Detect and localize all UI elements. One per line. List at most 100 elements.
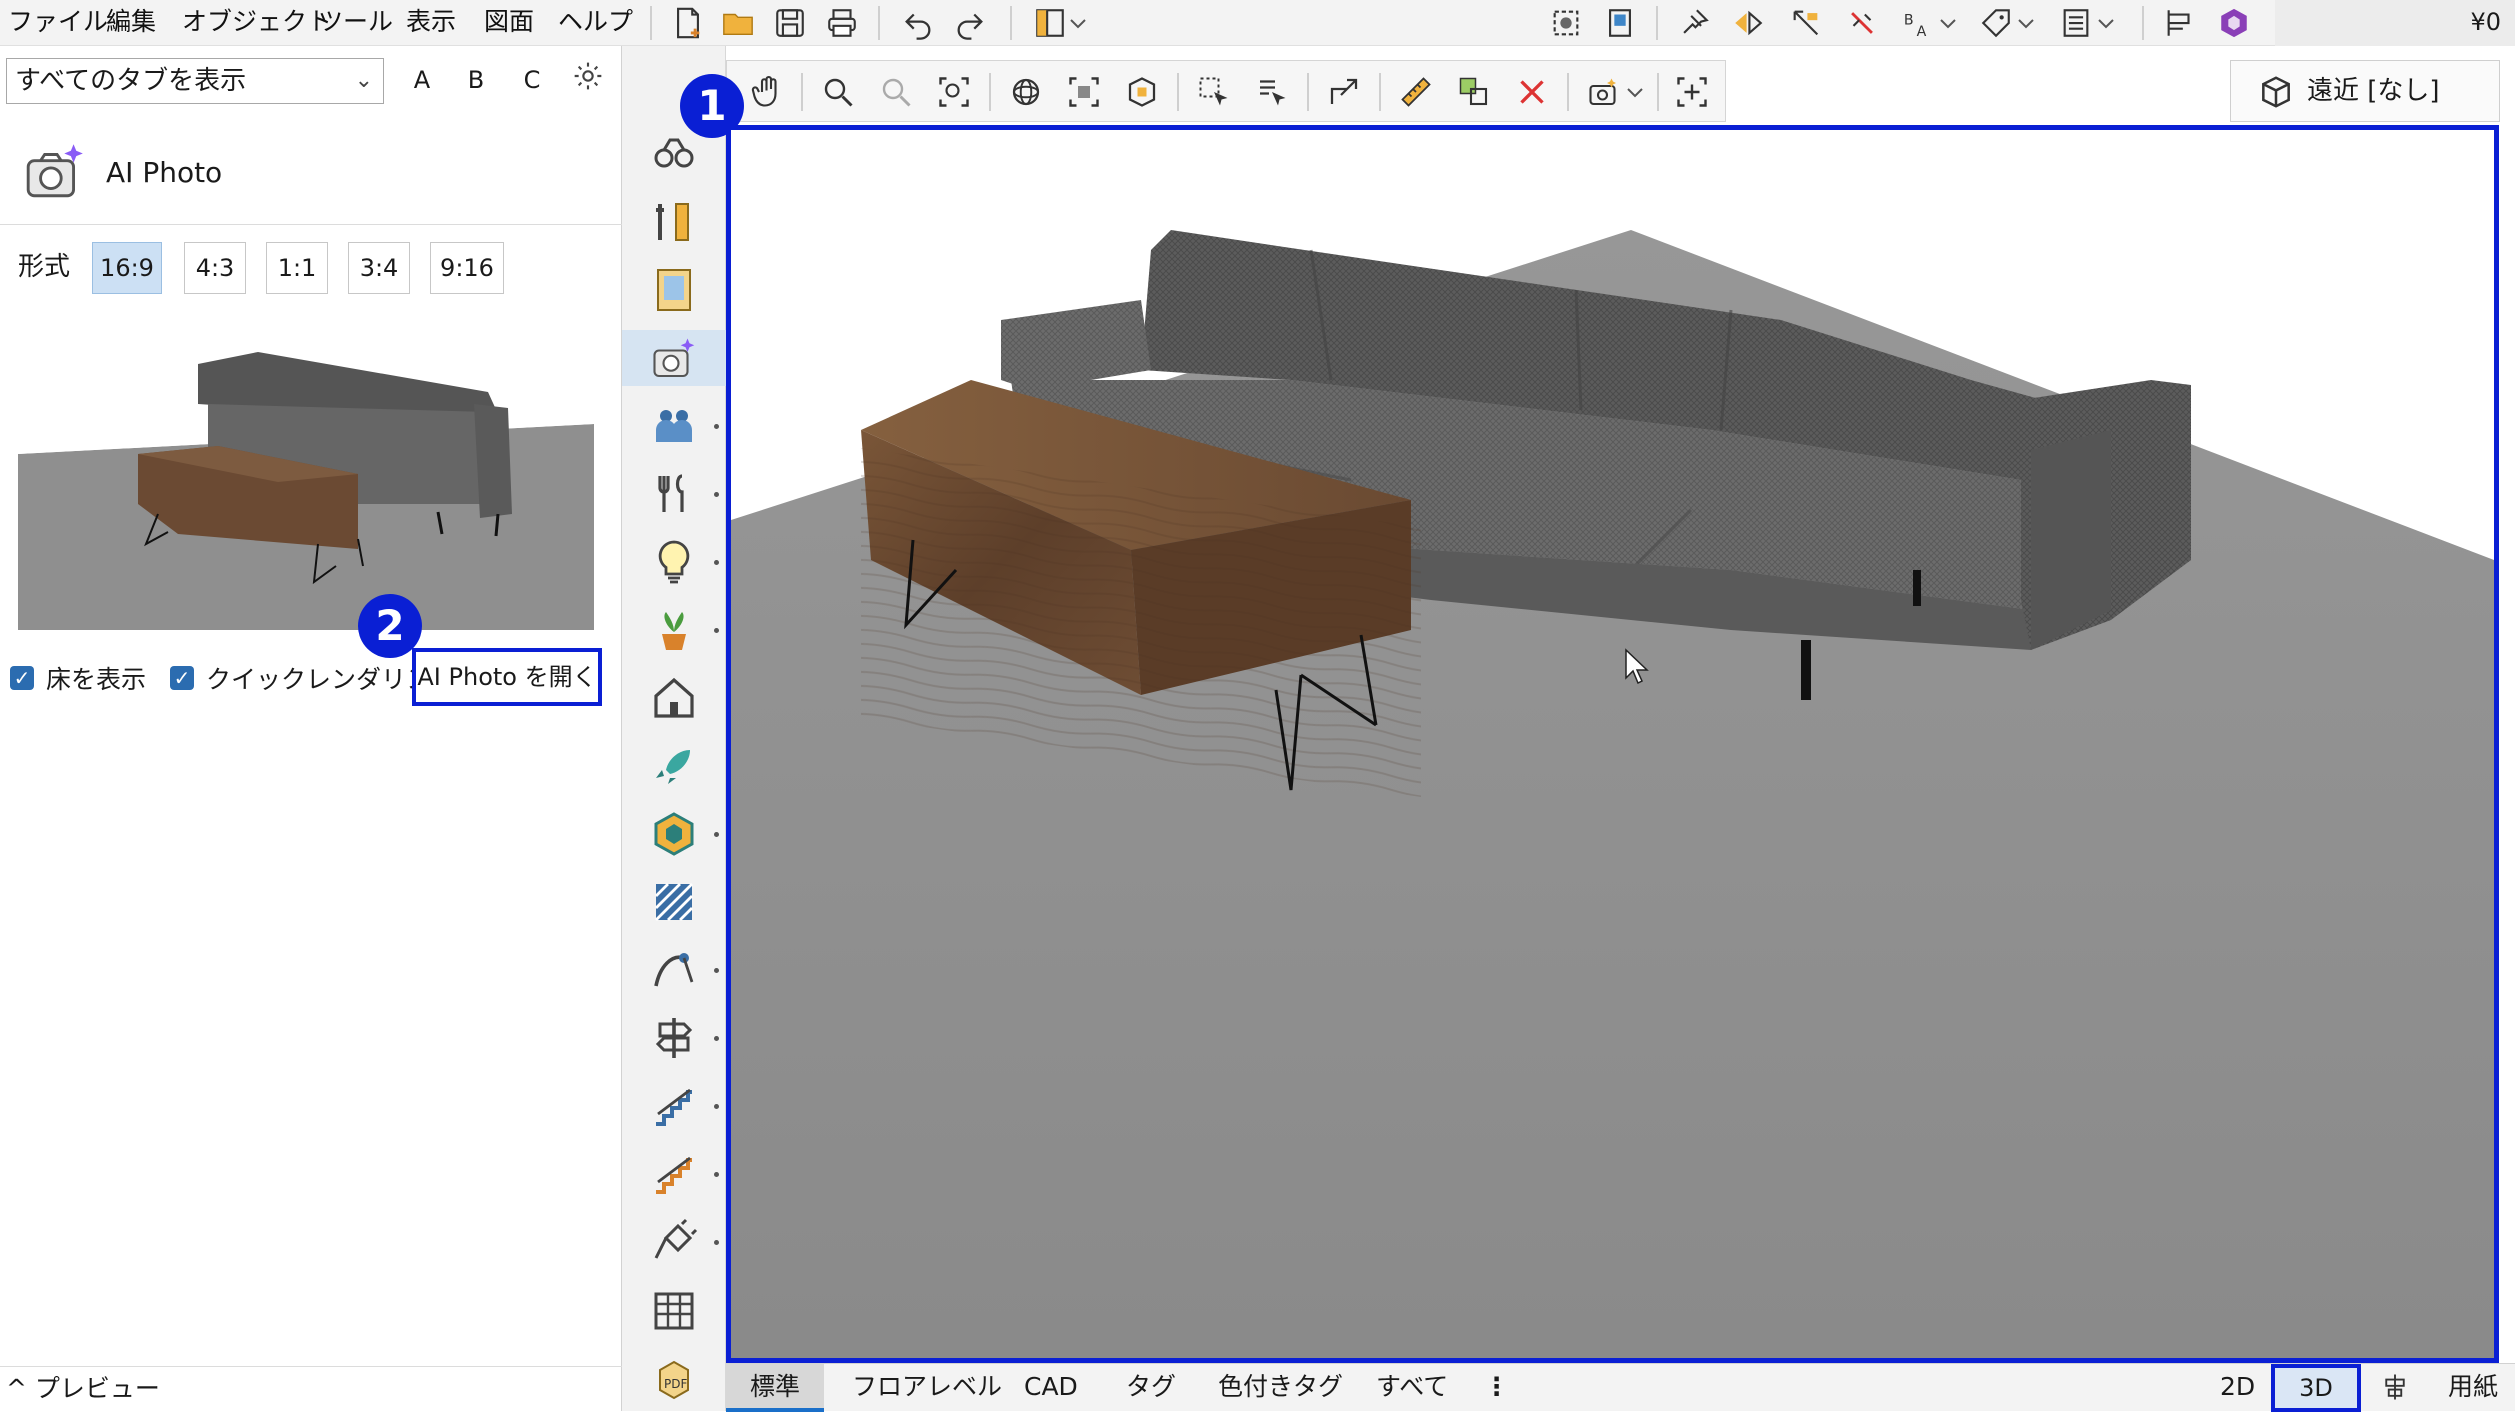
rocket-icon[interactable] [646,738,702,794]
kitchen-utensils-icon[interactable] [646,466,702,522]
menu-file[interactable]: ファイル [8,4,108,40]
tab-floor-level[interactable]: フロアレベル [852,1364,1002,1412]
hexagon-icon[interactable] [2214,4,2254,42]
structure-icon[interactable] [2160,4,2200,42]
chevron-down-icon[interactable] [2014,4,2038,42]
stairs-icon[interactable] [646,1078,702,1134]
gear-icon[interactable] [568,60,608,100]
view-2d-button[interactable]: 2D [2220,1364,2255,1412]
divider [0,224,622,225]
text-style-icon[interactable]: BA [1898,4,1938,42]
tab-cad[interactable]: CAD [1024,1364,1078,1412]
camera-settings-icon[interactable] [1583,71,1625,113]
center-view-icon[interactable] [1671,71,1713,113]
house-icon[interactable] [646,670,702,726]
chevron-down-icon[interactable] [1936,4,1960,42]
copy-objects-icon[interactable] [1453,71,1495,113]
paper-button[interactable]: 用紙 [2448,1364,2498,1412]
pan-hand-icon[interactable] [747,71,789,113]
format-16-9-button[interactable]: 16:9 [92,242,162,294]
print-icon[interactable] [822,4,862,42]
chevron-down-icon[interactable] [1623,71,1647,113]
zoom-fit-icon[interactable] [933,71,975,113]
tools-ruler-icon[interactable] [646,194,702,250]
plug-icon[interactable] [646,1214,702,1270]
arrange-icon[interactable] [1786,4,1826,42]
tab-all[interactable]: すべて [1376,1364,1448,1412]
pattern-icon[interactable] [646,874,702,930]
menu-edit[interactable]: 編集 [106,4,156,40]
stairs-wood-icon[interactable] [646,1146,702,1202]
3d-scene [731,230,2494,1358]
zoom-out-icon[interactable] [875,71,917,113]
redo-icon[interactable] [950,4,990,42]
preview-image [18,304,594,630]
tab-colored-tags[interactable]: 色付きタグ [1218,1364,1343,1412]
show-floor-checkbox[interactable]: ✓ [10,666,34,690]
quick-render-checkbox[interactable]: ✓ [170,666,194,690]
menu-view[interactable]: 表示 [406,4,456,40]
list-icon[interactable] [2056,4,2096,42]
more-tabs-icon[interactable]: ⋮ [1484,1364,1509,1412]
delete-tool-icon[interactable] [1511,71,1553,113]
cube-view-icon[interactable] [1121,71,1163,113]
menu-help[interactable]: ヘルプ [558,4,633,40]
open-ai-photo-button[interactable]: AI Photo を開く [412,648,602,706]
group-b-button[interactable]: B [456,60,496,100]
group-c-button[interactable]: C [512,60,552,100]
measure-ruler-icon[interactable] [1395,71,1437,113]
chevron-down-icon[interactable] [2094,4,2118,42]
menu-drawing[interactable]: 図面 [484,4,534,40]
toolbar-separator [2142,6,2144,40]
menu-tool[interactable]: ツール [318,4,393,40]
format-3-4-button[interactable]: 3:4 [348,242,410,294]
zoom-icon[interactable] [817,71,859,113]
tag-filter-select[interactable]: すべてのタブを表示 ⌄ [6,58,384,104]
people-icon[interactable] [646,398,702,454]
select-list-icon[interactable] [1251,71,1293,113]
signpost-icon[interactable] [646,1010,702,1066]
layout-icon[interactable] [1030,4,1070,42]
format-4-3-button[interactable]: 4:3 [184,242,246,294]
resize-icon[interactable] [1323,71,1365,113]
group-a-button[interactable]: A [402,60,442,100]
light-bulb-icon[interactable] [646,534,702,590]
bottom-bar: 標準 フロアレベル CAD タグ 色付きタグ すべて ⋮ 2D 3D 用紙 [726,1363,2515,1412]
plant-icon[interactable] [646,602,702,658]
new-file-icon[interactable] [668,4,708,42]
tag-icon[interactable] [1976,4,2016,42]
select-cursor-icon[interactable] [1193,71,1235,113]
align-icon[interactable] [2380,1364,2420,1412]
pdf-export-icon[interactable]: PDF [646,1350,702,1406]
tool-strip: PDF [622,46,726,1411]
3d-viewport[interactable] [726,125,2499,1363]
material-cube-icon[interactable] [646,806,702,862]
format-label: 形式 [18,252,71,282]
format-9-16-button[interactable]: 9:16 [430,242,504,294]
open-folder-icon[interactable] [718,4,758,42]
preview-toggle[interactable]: ^ プレビュー [0,1366,622,1411]
image-frame-icon[interactable] [646,262,702,318]
tab-tags[interactable]: タグ [1126,1364,1176,1412]
view-3d-button[interactable]: 3D [2271,1364,2361,1412]
save-icon[interactable] [770,4,810,42]
book-icon[interactable] [1600,4,1640,42]
building-icon[interactable] [646,1282,702,1338]
chevron-down-icon[interactable] [1066,4,1090,42]
select-area-icon[interactable] [1546,4,1586,42]
perspective-button[interactable]: 遠近 [なし] [2230,60,2500,122]
menu-object[interactable]: オブジェクト [182,4,332,40]
toolbar-separator [1567,73,1569,111]
disconnect-icon[interactable] [1842,4,1882,42]
ai-photo-tool-icon[interactable] [622,330,726,386]
orbit-icon[interactable] [1005,71,1047,113]
pin-icon[interactable] [1674,4,1714,42]
curve-tool-icon[interactable] [646,942,702,998]
frame-object-icon[interactable] [1063,71,1105,113]
undo-icon[interactable] [898,4,938,42]
mirror-icon[interactable] [1728,4,1768,42]
format-1-1-button[interactable]: 1:1 [266,242,328,294]
price-display: ¥0 [2275,0,2515,46]
tab-standard[interactable]: 標準 [726,1364,825,1412]
submenu-dot [714,1036,719,1041]
